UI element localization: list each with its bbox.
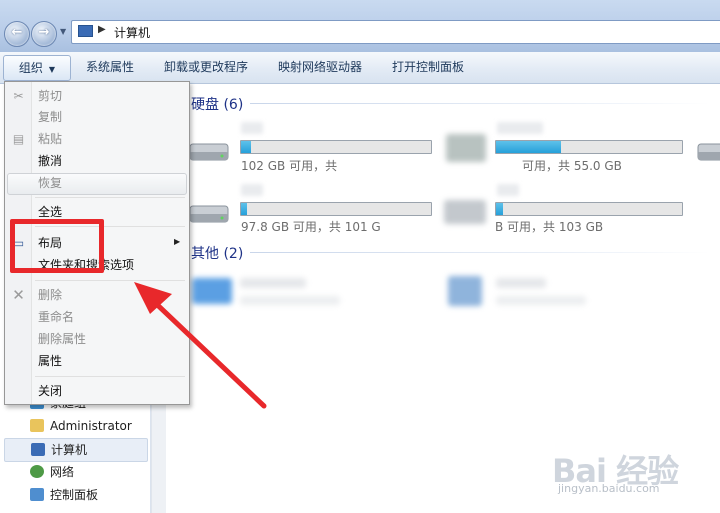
title-bar: ← → ▼ ▶ 计算机 bbox=[0, 0, 720, 52]
annotation-highlight-box bbox=[10, 219, 104, 273]
nav-item-control-panel[interactable]: 控制面板 bbox=[4, 484, 146, 506]
drive-icon-redacted bbox=[444, 200, 486, 224]
submenu-arrow-icon: ▶ bbox=[174, 237, 181, 246]
nav-item-label: 控制面板 bbox=[50, 488, 99, 502]
drive-usage-bar bbox=[240, 140, 432, 154]
open-control-panel-button[interactable]: 打开控制面板 bbox=[392, 52, 464, 83]
recent-pages-dropdown-icon[interactable]: ▼ bbox=[60, 27, 66, 36]
address-bar[interactable]: ▶ 计算机 bbox=[71, 20, 720, 44]
command-bar: 组织 ▼ 系统属性 卸载或更改程序 映射网络驱动器 打开控制面板 bbox=[0, 52, 720, 84]
drive-name-redacted bbox=[241, 122, 263, 134]
user-folder-icon bbox=[30, 419, 44, 432]
system-properties-button[interactable]: 系统属性 bbox=[86, 52, 134, 83]
menu-item-undo[interactable]: 撤消 bbox=[38, 151, 62, 171]
hard-drive-icon bbox=[189, 205, 229, 223]
clipboard-icon: ▤ bbox=[12, 132, 25, 146]
computer-icon bbox=[31, 443, 45, 456]
group-divider bbox=[250, 252, 710, 253]
drive-tile[interactable]: 97.8 GB 可用，共 101 G bbox=[188, 182, 433, 238]
hard-drive-icon[interactable] bbox=[696, 138, 720, 164]
device-detail-redacted bbox=[496, 296, 586, 305]
organize-button[interactable]: 组织 ▼ bbox=[3, 55, 71, 81]
nav-item-label: 计算机 bbox=[51, 443, 88, 457]
breadcrumb-chevron-icon[interactable]: ▶ bbox=[98, 24, 106, 35]
nav-item-computer[interactable]: 计算机 bbox=[4, 438, 148, 462]
menu-item-properties[interactable]: 属性 bbox=[38, 351, 62, 371]
drive-size-text: 可用，共 55.0 GB bbox=[522, 159, 622, 173]
drive-icon-redacted bbox=[446, 134, 486, 162]
delete-x-icon: ✕ bbox=[12, 286, 25, 304]
drive-usage-fill bbox=[241, 203, 247, 215]
forward-button[interactable]: → bbox=[31, 21, 57, 47]
drive-usage-bar bbox=[495, 202, 683, 216]
drive-usage-fill bbox=[496, 141, 562, 153]
drive-tile[interactable]: B 可用，共 103 GB bbox=[440, 182, 685, 238]
device-icon-redacted bbox=[448, 276, 482, 306]
menu-item-copy[interactable]: 复制 bbox=[38, 107, 62, 127]
device-name-redacted bbox=[496, 278, 546, 288]
back-arrow-icon: ← bbox=[11, 25, 23, 40]
menu-item-cut[interactable]: 剪切 bbox=[38, 86, 62, 106]
drive-name-redacted bbox=[497, 122, 543, 134]
forward-arrow-icon: → bbox=[38, 25, 50, 40]
group-divider bbox=[250, 103, 710, 104]
nav-item-network[interactable]: 网络 bbox=[4, 461, 146, 483]
drive-size-text: 97.8 GB 可用，共 101 G bbox=[241, 220, 381, 234]
device-tile[interactable] bbox=[440, 266, 680, 318]
menu-separator bbox=[35, 197, 185, 198]
breadcrumb-computer[interactable]: 计算机 bbox=[114, 24, 150, 41]
drive-tile[interactable]: 可用，共 55.0 GB bbox=[440, 120, 685, 176]
drive-usage-bar bbox=[495, 140, 683, 154]
menu-item-rename[interactable]: 重命名 bbox=[38, 307, 74, 327]
other-header[interactable]: 其他 (2) bbox=[191, 243, 243, 263]
map-network-drive-button[interactable]: 映射网络驱动器 bbox=[278, 52, 362, 83]
drive-size-text: B 可用，共 103 GB bbox=[495, 220, 604, 234]
drive-size-text: 102 GB 可用，共 bbox=[241, 159, 338, 173]
drive-usage-fill bbox=[496, 203, 504, 215]
control-panel-icon bbox=[30, 488, 44, 501]
back-button[interactable]: ← bbox=[4, 21, 30, 47]
watermark-url: jingyan.baidu.com bbox=[558, 482, 660, 495]
drive-usage-bar bbox=[240, 202, 432, 216]
computer-icon bbox=[78, 25, 93, 37]
chevron-down-icon: ▼ bbox=[48, 65, 56, 74]
hard-drives-header[interactable]: 硬盘 (6) bbox=[191, 94, 243, 114]
menu-item-delete[interactable]: 删除 bbox=[38, 285, 62, 305]
menu-item-close[interactable]: 关闭 bbox=[38, 381, 62, 401]
scissors-icon: ✂ bbox=[13, 89, 24, 103]
annotation-arrow bbox=[134, 282, 267, 409]
drive-name-redacted bbox=[497, 184, 519, 196]
drive-usage-fill bbox=[241, 141, 251, 153]
menu-item-redo[interactable]: 恢复 bbox=[38, 173, 62, 193]
hard-drive-icon bbox=[189, 143, 229, 161]
menu-item-remove-properties[interactable]: 删除属性 bbox=[38, 329, 86, 349]
organize-label: 组织 bbox=[18, 61, 43, 75]
drive-tile[interactable]: 102 GB 可用，共 bbox=[188, 120, 433, 176]
drive-name-redacted bbox=[241, 184, 263, 196]
menu-item-hover-highlight bbox=[7, 173, 187, 195]
nav-item-label: 网络 bbox=[50, 465, 75, 479]
network-icon bbox=[30, 465, 44, 478]
uninstall-program-button[interactable]: 卸载或更改程序 bbox=[164, 52, 248, 83]
menu-item-paste[interactable]: 粘贴 bbox=[38, 129, 62, 149]
